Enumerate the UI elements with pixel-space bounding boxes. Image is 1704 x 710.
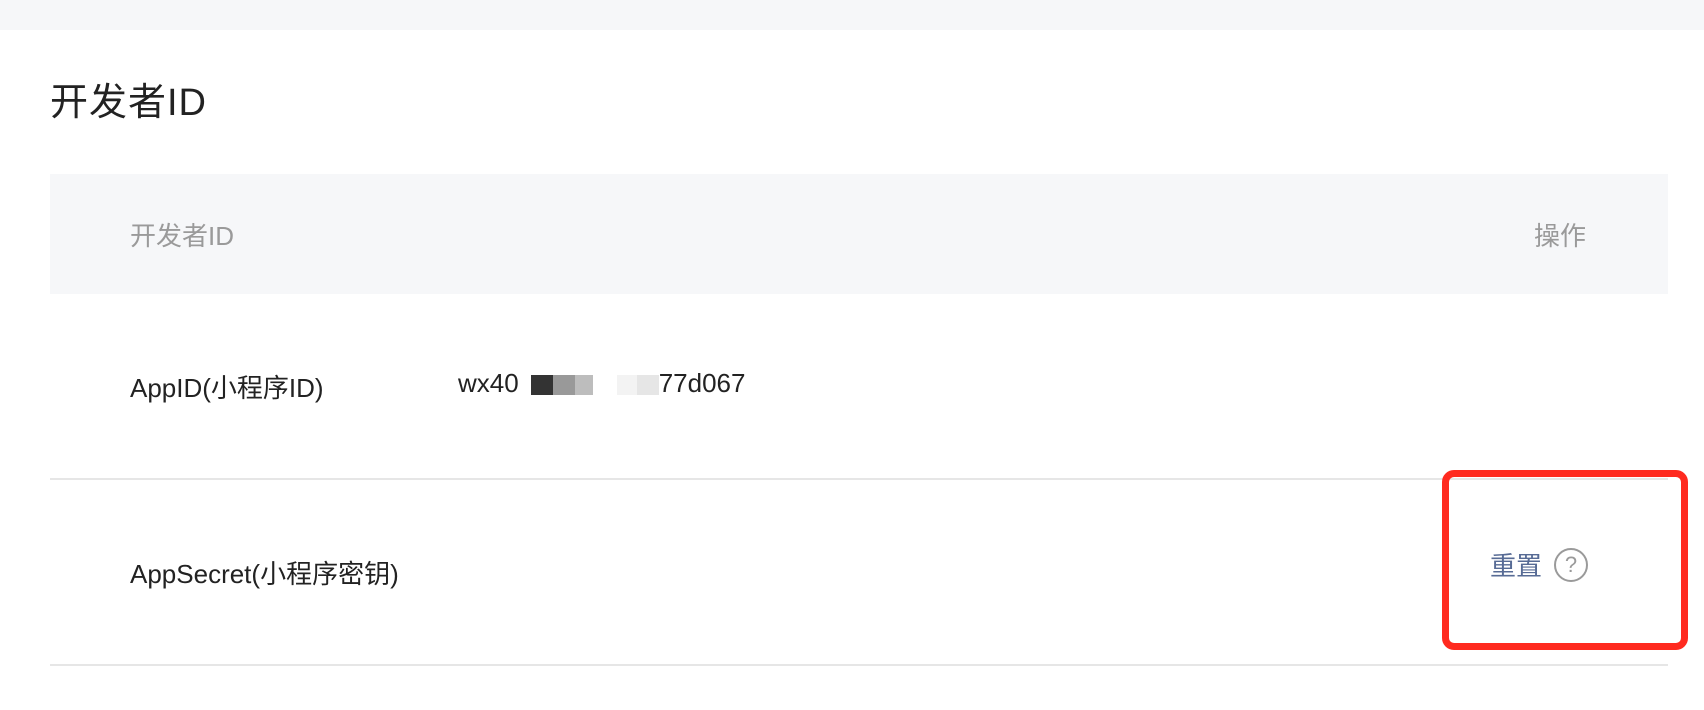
highlight-box — [1442, 470, 1688, 650]
redaction-mask — [530, 374, 553, 395]
redaction-mask — [552, 374, 575, 395]
appsecret-label: AppSecret(小程序密钥) — [130, 559, 399, 589]
header-developer-id: 开发者ID — [130, 221, 235, 251]
appid-label: AppID(小程序ID) — [130, 373, 324, 403]
table-row-appsecret: AppSecret(小程序密钥) 重置 ? — [50, 480, 1668, 666]
redaction-mask — [616, 374, 637, 395]
appid-value-prefix: wx40 — [458, 368, 519, 398]
table-row-appid: AppID(小程序ID) wx40 77d067 — [50, 294, 1668, 480]
appid-value: wx40 77d067 — [458, 368, 745, 399]
top-strip — [0, 0, 1704, 30]
page-title: 开发者ID — [50, 82, 208, 124]
table-header: 开发者ID 操作 — [50, 174, 1668, 294]
developer-id-table: 开发者ID 操作 AppID(小程序ID) wx40 77d067 AppSec… — [50, 174, 1668, 666]
appid-value-suffix: 77d067 — [658, 368, 746, 398]
redaction-mask — [636, 374, 659, 395]
header-operation: 操作 — [1533, 221, 1586, 251]
redaction-mask — [574, 374, 593, 395]
